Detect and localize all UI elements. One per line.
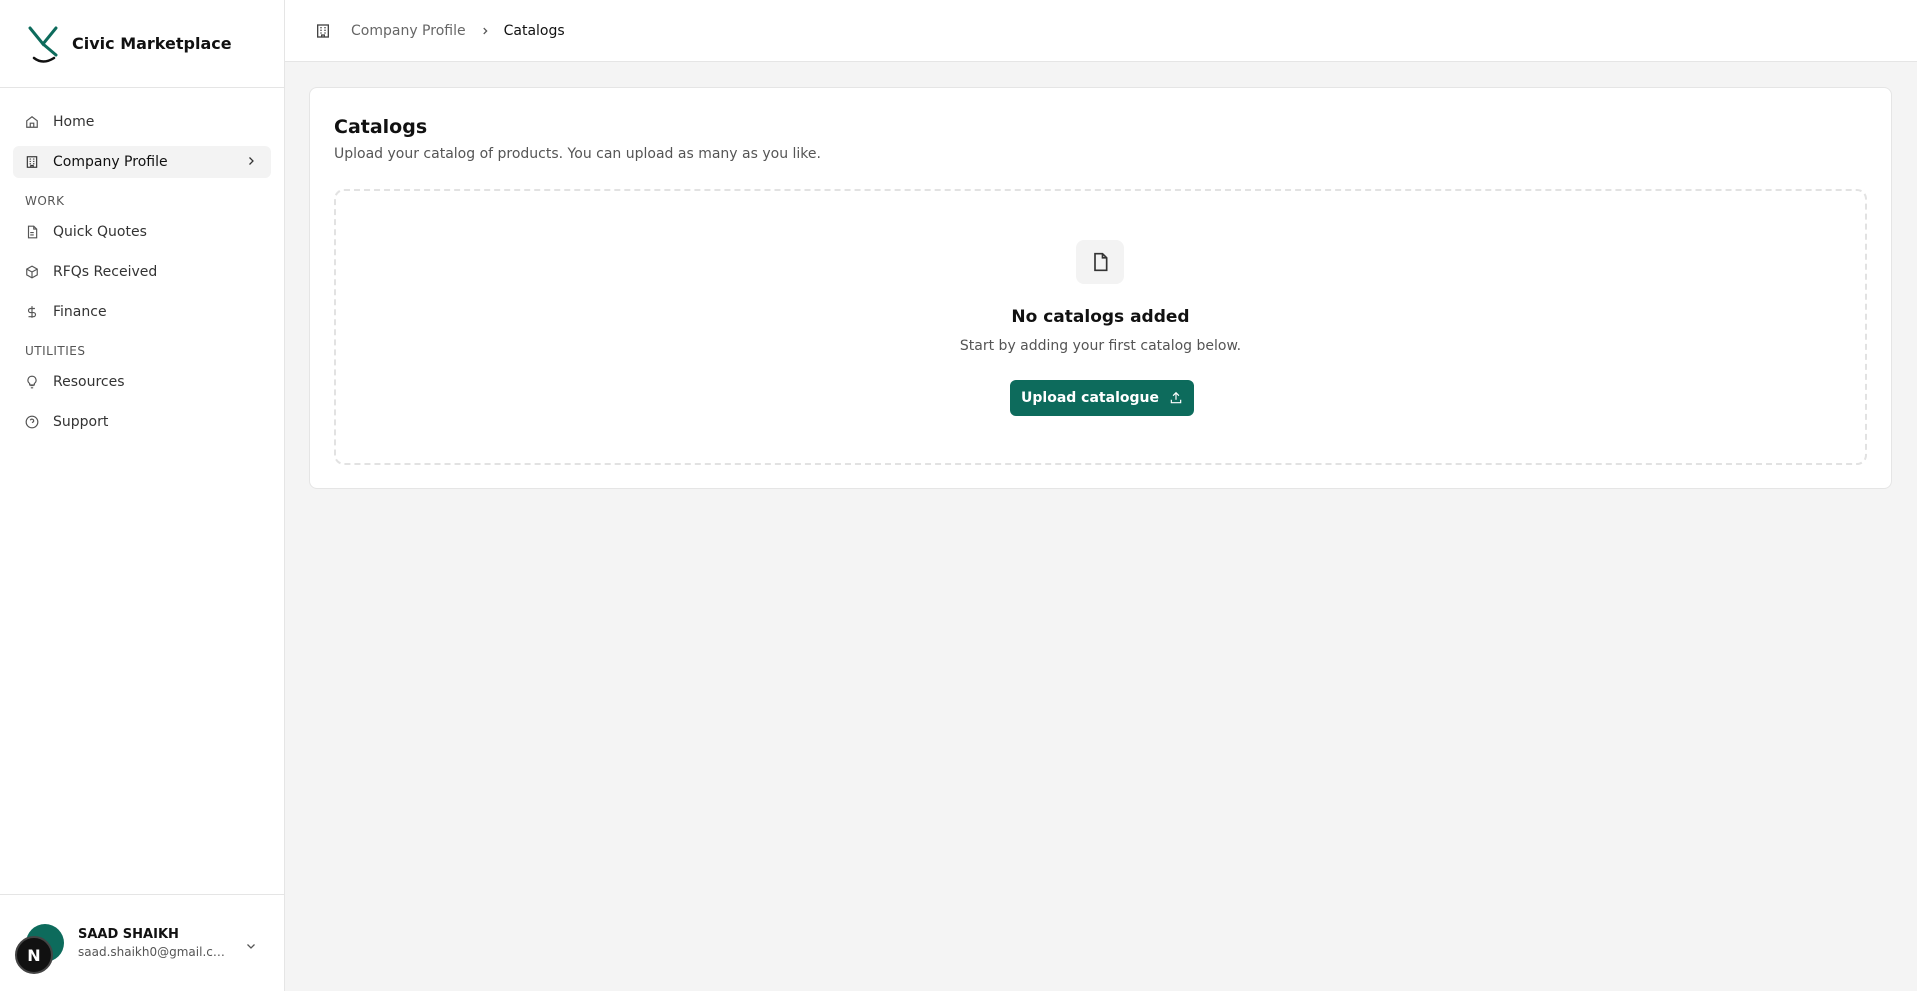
sidebar-item-finance[interactable]: Finance	[13, 296, 271, 328]
upload-icon	[1169, 391, 1183, 405]
brand[interactable]: Civic Marketplace	[0, 0, 284, 88]
lightbulb-icon	[25, 375, 39, 389]
upload-catalogue-button[interactable]: Upload catalogue	[1010, 380, 1194, 416]
brand-name: Civic Marketplace	[72, 34, 232, 53]
sidebar-item-label: Home	[53, 114, 95, 130]
sidebar-item-label: Resources	[53, 374, 125, 390]
page-subtitle: Upload your catalog of products. You can…	[334, 146, 821, 162]
breadcrumb-current: Catalogs	[503, 22, 565, 39]
user-menu[interactable]: N SAAD SHAIKH saad.shaikh0@gmail.com	[0, 894, 285, 991]
file-icon	[1076, 240, 1124, 284]
file-text-icon	[25, 225, 39, 239]
chevron-down-icon[interactable]	[245, 937, 257, 956]
catalogs-card: Catalogs Upload your catalog of products…	[309, 87, 1892, 489]
home-icon	[25, 115, 39, 129]
sidebar-item-support[interactable]: Support	[13, 406, 271, 438]
user-name: SAAD SHAIKH	[78, 927, 179, 942]
sidebar-item-resources[interactable]: Resources	[13, 366, 271, 398]
sidebar-item-quick-quotes[interactable]: Quick Quotes	[13, 216, 271, 248]
sidebar: Civic Marketplace Home Company Profile W…	[0, 0, 285, 991]
sidebar-item-label: Finance	[53, 304, 107, 320]
building-icon	[315, 23, 331, 39]
sidebar-item-label: Support	[53, 414, 109, 430]
empty-state-subtitle: Start by adding your first catalog below…	[959, 338, 1242, 354]
dev-tools-badge[interactable]: N	[15, 936, 53, 974]
catalog-dropzone[interactable]: No catalogs added Start by adding your f…	[334, 189, 1867, 465]
chevron-right-icon	[245, 155, 257, 171]
breadcrumb-company-profile[interactable]: Company Profile	[351, 23, 466, 39]
sidebar-item-rfqs-received[interactable]: RFQs Received	[13, 256, 271, 288]
section-label-work: WORK	[25, 194, 65, 208]
sidebar-item-label: RFQs Received	[53, 264, 158, 280]
section-label-utilities: UTILITIES	[25, 344, 86, 358]
page-title: Catalogs	[334, 116, 428, 138]
sidebar-item-company-profile[interactable]: Company Profile	[13, 146, 271, 178]
empty-state-title: No catalogs added	[1011, 307, 1190, 327]
breadcrumb: Company Profile Catalogs	[285, 0, 1917, 62]
help-circle-icon	[25, 415, 39, 429]
dollar-icon	[25, 305, 39, 319]
package-icon	[25, 265, 39, 279]
user-email: saad.shaikh0@gmail.com	[78, 945, 230, 959]
chevron-right-icon	[480, 26, 490, 36]
building-icon	[25, 155, 39, 169]
civic-logo-icon	[28, 26, 58, 63]
user-info: SAAD SHAIKH saad.shaikh0@gmail.com	[78, 927, 230, 959]
sidebar-item-label: Company Profile	[53, 154, 168, 170]
sidebar-item-home[interactable]: Home	[13, 106, 271, 138]
sidebar-item-label: Quick Quotes	[53, 224, 147, 240]
upload-catalogue-label: Upload catalogue	[1021, 390, 1159, 406]
sidebar-nav: Home Company Profile WORK Quick Quotes R…	[0, 88, 284, 438]
